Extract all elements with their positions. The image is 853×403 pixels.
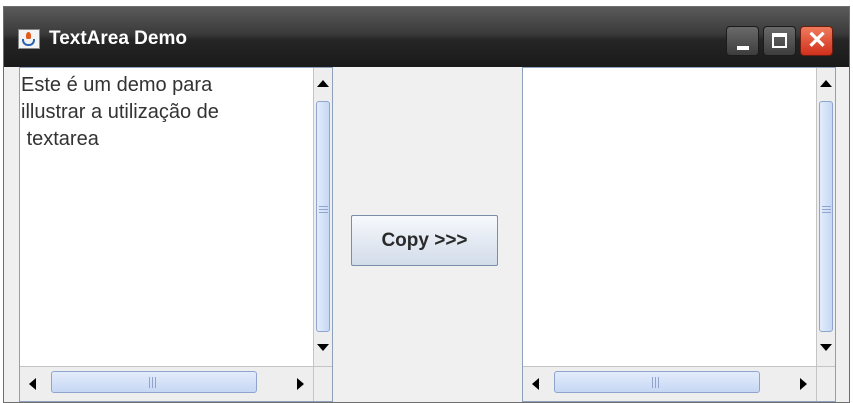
right-horizontal-scroll-thumb[interactable] [554,371,760,393]
grip-icon [319,206,328,213]
left-horizontal-scroll-thumb[interactable] [51,371,257,393]
minimize-icon [737,46,749,50]
scroll-up-arrow-icon[interactable] [317,80,329,87]
maximize-icon [772,33,787,48]
grip-icon [149,377,156,388]
left-horizontal-scrollbar[interactable] [20,366,313,401]
left-vertical-scroll-thumb[interactable] [316,101,330,332]
maximize-button[interactable] [763,26,796,56]
right-scroll-pane [522,67,836,402]
scroll-down-arrow-icon[interactable] [820,344,832,351]
copy-button[interactable]: Copy >>> [351,215,498,266]
scroll-right-arrow-icon[interactable] [800,378,807,390]
right-vertical-scrollbar[interactable] [816,68,835,366]
left-vertical-scrollbar[interactable] [313,68,332,366]
right-horizontal-scrollbar[interactable] [523,366,816,401]
title-bar[interactable]: TextArea Demo ✕ [4,7,849,67]
scroll-left-arrow-icon[interactable] [29,378,36,390]
java-app-icon [18,29,40,49]
window-title: TextArea Demo [49,28,187,49]
scrollbar-corner [313,366,332,401]
app-window: TextArea Demo ✕ Este é um demo para illu… [3,6,850,403]
source-textarea[interactable]: Este é um demo para illustrar a utilizaç… [20,68,313,366]
scroll-left-arrow-icon[interactable] [532,378,539,390]
grip-icon [652,377,659,388]
scroll-up-arrow-icon[interactable] [820,80,832,87]
grip-icon [822,206,831,213]
scroll-down-arrow-icon[interactable] [317,344,329,351]
left-scroll-pane: Este é um demo para illustrar a utilizaç… [19,67,333,402]
scroll-right-arrow-icon[interactable] [297,378,304,390]
right-vertical-scroll-thumb[interactable] [819,101,833,332]
close-button[interactable]: ✕ [800,26,833,56]
content-panel: Este é um demo para illustrar a utilizaç… [4,67,849,402]
close-icon: ✕ [807,27,828,54]
scrollbar-corner [816,366,835,401]
target-textarea[interactable] [523,68,816,366]
minimize-button[interactable] [726,26,759,56]
